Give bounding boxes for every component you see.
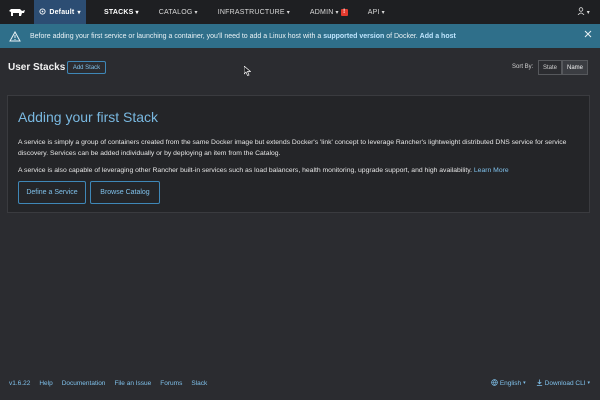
footer: v1.6.22 Help Documentation File an Issue… [0,374,600,392]
sort-name-button[interactable]: Name [562,60,589,75]
download-icon [536,378,543,388]
slack-link[interactable]: Slack [191,380,207,387]
sort-state-button[interactable]: State [538,60,563,75]
user-icon [577,7,585,17]
warning-icon [0,30,30,42]
chevron-down-icon: ▾ [586,9,590,16]
globe-icon [491,378,498,388]
environment-icon [39,7,46,17]
banner-close-icon[interactable] [584,30,592,40]
panel-paragraph-2: A service is also capable of leveraging … [18,165,583,176]
page-title: User Stacks [8,62,66,73]
nav-stacks[interactable]: STACKS ▾ [94,0,149,24]
add-host-link[interactable]: Add a host [420,33,456,40]
language-label: English [499,379,522,387]
banner-text: Before adding your first service or laun… [30,33,456,40]
add-stack-button[interactable]: Add Stack [67,61,106,74]
download-cli-label: Download CLI [544,379,586,387]
top-nav: Default ▾ STACKS ▾ CATALOG ▾ INFRASTRUCT… [0,0,600,24]
forums-link[interactable]: Forums [160,380,182,387]
define-service-button[interactable]: Define a Service [18,181,86,204]
host-warning-banner: Before adding your first service or laun… [0,24,600,48]
chevron-down-icon: ▾ [135,9,139,16]
environment-label: Default [49,8,75,16]
panel-title: Adding your first Stack [18,109,159,125]
chevron-down-icon: ▾ [77,9,81,16]
footer-right: English ▾ Download CLI ▾ [491,374,590,392]
nav-infrastructure-label: INFRASTRUCTURE [217,8,285,16]
chevron-down-icon: ▾ [335,9,339,16]
admin-alert-badge: ! [340,8,348,16]
panel-paragraph-1: A service is simply a group of container… [18,139,567,157]
supported-version-link[interactable]: supported version [323,33,384,40]
chevron-down-icon: ▾ [194,9,198,16]
mouse-cursor-icon [243,63,252,81]
nav-api[interactable]: API ▾ [358,0,395,24]
empty-stacks-panel: Adding your first Stack A service is sim… [7,95,590,213]
banner-text-before: Before adding your first service or laun… [30,32,324,40]
user-menu[interactable]: ▾ [577,0,590,24]
rancher-logo-icon[interactable] [0,0,34,24]
nav-infrastructure[interactable]: INFRASTRUCTURE ▾ [208,0,300,24]
panel-paragraph-2-text: A service is also capable of leveraging … [18,167,474,174]
nav-api-label: API [367,8,380,16]
environment-selector[interactable]: Default ▾ [34,0,86,24]
learn-more-link[interactable]: Learn More [474,167,509,174]
sort-by-label: Sort By: [512,64,534,70]
nav-admin-label: ADMIN [309,8,334,16]
chevron-down-icon: ▾ [286,9,290,16]
nav-admin[interactable]: ADMIN ▾ ! [300,0,358,24]
nav-catalog[interactable]: CATALOG ▾ [149,0,208,24]
documentation-link[interactable]: Documentation [62,380,106,387]
nav-stacks-label: STACKS [104,8,134,16]
file-issue-link[interactable]: File an Issue [114,380,151,387]
download-cli-link[interactable]: Download CLI ▾ [536,378,590,388]
chevron-down-icon: ▾ [523,380,526,386]
chevron-down-icon: ▾ [587,380,590,386]
browse-catalog-button[interactable]: Browse Catalog [90,181,160,204]
banner-text-middle: of Docker. [384,32,420,40]
sort-toggle-group: State Name [538,60,589,75]
language-selector[interactable]: English ▾ [491,378,526,388]
nav-catalog-label: CATALOG [158,8,193,16]
chevron-down-icon: ▾ [381,9,385,16]
help-link[interactable]: Help [39,380,52,387]
version-link[interactable]: v1.6.22 [9,380,30,387]
